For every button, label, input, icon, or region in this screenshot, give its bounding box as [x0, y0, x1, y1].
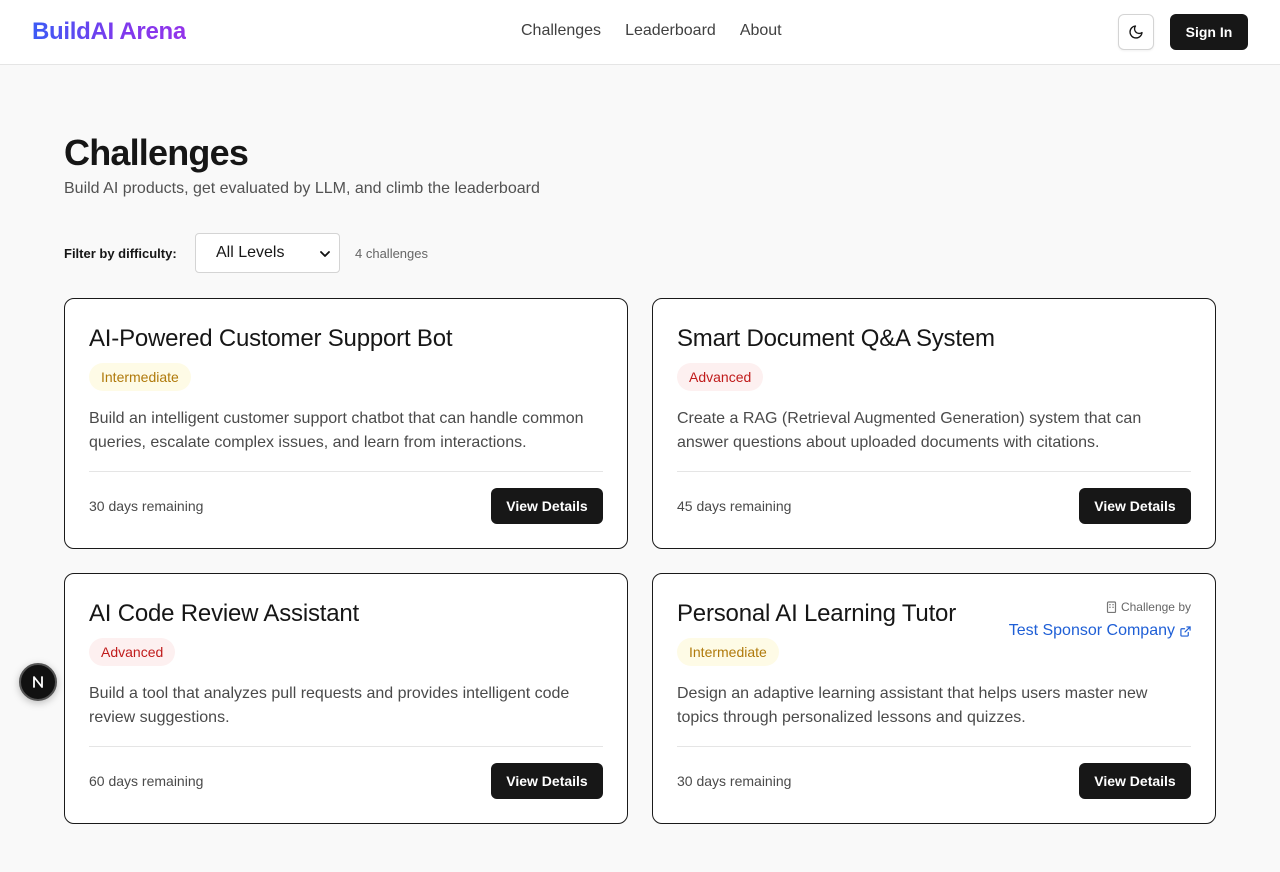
card-divider: [677, 746, 1191, 747]
view-details-button[interactable]: View Details: [1079, 763, 1191, 799]
challenge-description: Create a RAG (Retrieval Augmented Genera…: [677, 410, 1142, 451]
difficulty-select-value: All Levels: [216, 244, 285, 261]
main-nav: Challenges Leaderboard About: [521, 22, 782, 40]
days-remaining: 45 days remaining: [677, 498, 792, 514]
nav-challenges[interactable]: Challenges: [521, 22, 601, 40]
challenge-count: 4 challenges: [355, 246, 428, 261]
theme-toggle-button[interactable]: [1118, 14, 1154, 50]
difficulty-badge: Intermediate: [677, 638, 779, 666]
challenge-card: Smart Document Q&A System Advanced Creat…: [652, 298, 1216, 549]
external-link-icon: [1180, 625, 1191, 637]
challenge-description: Design an adaptive learning assistant th…: [677, 685, 1148, 726]
nav-about[interactable]: About: [740, 22, 782, 40]
days-remaining: 60 days remaining: [89, 773, 204, 789]
difficulty-badge: Advanced: [89, 638, 176, 666]
sign-in-button[interactable]: Sign In: [1170, 14, 1248, 50]
difficulty-badge: Advanced: [677, 363, 764, 391]
site-logo[interactable]: BuildAI Arena: [32, 18, 186, 46]
challenge-title[interactable]: AI Code Review Assistant: [89, 600, 359, 628]
filter-label: Filter by difficulty:: [64, 246, 177, 261]
site-header: BuildAI Arena Challenges Leaderboard Abo…: [0, 0, 1280, 65]
chevron-down-icon: [320, 251, 330, 257]
challenge-title[interactable]: Smart Document Q&A System: [677, 325, 995, 353]
moon-icon: [1129, 25, 1143, 39]
challenge-description: Build a tool that analyzes pull requests…: [89, 685, 570, 726]
days-remaining: 30 days remaining: [89, 498, 204, 514]
difficulty-badge: Intermediate: [89, 363, 191, 391]
n-logo-icon: [33, 676, 43, 688]
view-details-button[interactable]: View Details: [491, 488, 603, 524]
building-icon: [1106, 601, 1117, 613]
view-details-button[interactable]: View Details: [1079, 488, 1191, 524]
card-divider: [677, 471, 1191, 472]
challenge-title[interactable]: AI-Powered Customer Support Bot: [89, 325, 453, 353]
challenge-description: Build an intelligent customer support ch…: [89, 410, 584, 451]
view-details-button[interactable]: View Details: [491, 763, 603, 799]
card-divider: [89, 746, 603, 747]
challenge-title[interactable]: Personal AI Learning Tutor: [677, 600, 956, 628]
page-subtitle: Build AI products, get evaluated by LLM,…: [64, 180, 540, 197]
sponsor-label: Challenge by: [1106, 600, 1191, 614]
challenge-card: AI Code Review Assistant Advanced Build …: [64, 573, 628, 824]
dev-tools-button[interactable]: [19, 663, 57, 701]
nav-leaderboard[interactable]: Leaderboard: [625, 22, 716, 40]
days-remaining: 30 days remaining: [677, 773, 792, 789]
sponsor-label-text: Challenge by: [1120, 600, 1191, 614]
card-divider: [89, 471, 603, 472]
challenge-card: Personal AI Learning Tutor Challenge by …: [652, 573, 1216, 824]
page-title: Challenges: [64, 132, 249, 173]
sponsor-link[interactable]: Test Sponsor Company: [1009, 622, 1191, 640]
sponsor-name: Test Sponsor Company: [1008, 622, 1175, 639]
difficulty-select[interactable]: All Levels: [195, 233, 340, 273]
challenge-card: AI-Powered Customer Support Bot Intermed…: [64, 298, 628, 549]
